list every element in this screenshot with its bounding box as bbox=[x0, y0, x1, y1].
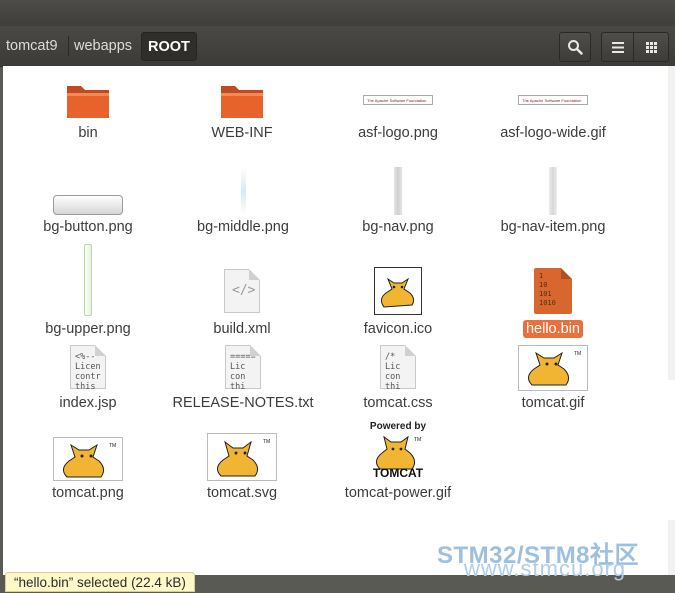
trademark-label: TM bbox=[109, 443, 116, 449]
file-item-web-inf[interactable]: WEB-INF bbox=[192, 78, 292, 142]
xml-file-icon: </> bbox=[224, 264, 260, 318]
file-label: tomcat.css bbox=[363, 395, 433, 411]
text-file-icon: /* Lic con thi bbox=[380, 342, 416, 392]
tomcat-thumbnail-icon: TM bbox=[53, 436, 123, 482]
file-item-tomcat-svg[interactable]: TM tomcat.svg bbox=[192, 432, 292, 502]
file-item-index-jsp[interactable]: <%-- Licen contr this index.jsp bbox=[38, 342, 138, 412]
file-grid[interactable]: bin WEB-INF The Apache Software Foundati… bbox=[3, 66, 668, 575]
search-icon bbox=[567, 39, 583, 55]
breadcrumb-tomcat9[interactable]: tomcat9 bbox=[0, 32, 64, 61]
binary-file-icon: 1 10 101 1010 bbox=[534, 264, 572, 318]
file-label: bin bbox=[78, 125, 98, 141]
breadcrumb-root[interactable]: ROOT bbox=[141, 32, 197, 61]
file-label: tomcat-power.gif bbox=[344, 485, 452, 501]
tomcat-thumbnail-icon bbox=[374, 264, 422, 318]
header-bar: tomcat9 webapps ROOT bbox=[0, 26, 675, 67]
breadcrumb-webapps[interactable]: webapps bbox=[68, 32, 138, 61]
file-item-tomcat-css[interactable]: /* Lic con thi tomcat.css bbox=[348, 342, 448, 412]
grid-view-button[interactable] bbox=[633, 32, 669, 62]
file-item-release-notes[interactable]: ===== Lic con thi RELEASE-NOTES.txt bbox=[172, 342, 314, 412]
trademark-label: TM bbox=[574, 351, 581, 357]
grid-view-icon bbox=[645, 41, 657, 53]
tomcat-wordmark: TOMCAT bbox=[372, 466, 424, 480]
file-item-bg-nav[interactable]: bg-nav.png bbox=[348, 156, 448, 236]
status-bar: “hello.bin” selected (22.4 kB) bbox=[5, 572, 195, 592]
file-label: bg-button.png bbox=[43, 219, 133, 235]
background-window-edge bbox=[668, 380, 675, 520]
image-thumbnail-icon bbox=[394, 156, 402, 216]
search-button[interactable] bbox=[559, 32, 591, 62]
file-label: tomcat.gif bbox=[521, 395, 585, 411]
file-label: tomcat.png bbox=[52, 485, 124, 501]
file-item-build-xml[interactable]: </> build.xml bbox=[192, 264, 292, 338]
image-thumbnail-icon bbox=[240, 156, 246, 216]
file-label: build.xml bbox=[213, 321, 271, 337]
file-label: asf-logo-wide.gif bbox=[500, 125, 606, 141]
text-preview: <%-- Licen contr this bbox=[75, 352, 101, 392]
image-thumbnail-icon: The Apache Software Foundation bbox=[363, 78, 433, 122]
file-label-selected: hello.bin bbox=[522, 320, 583, 338]
file-item-asf-logo-wide[interactable]: The Apache Software Foundation asf-logo-… bbox=[488, 78, 618, 142]
text-preview: ===== Lic con thi bbox=[230, 352, 256, 392]
file-item-bg-middle[interactable]: bg-middle.png bbox=[183, 156, 303, 236]
folder-icon bbox=[65, 78, 111, 122]
file-item-asf-logo[interactable]: The Apache Software Foundation asf-logo.… bbox=[338, 78, 458, 142]
file-item-tomcat-power[interactable]: Powered by TM TOMCAT tomcat-power.gif bbox=[333, 418, 463, 502]
folder-icon bbox=[219, 78, 265, 122]
file-item-bin[interactable]: bin bbox=[38, 78, 138, 142]
list-view-button[interactable] bbox=[601, 32, 634, 62]
file-label: bg-nav-item.png bbox=[500, 219, 606, 235]
file-item-tomcat-png[interactable]: TM tomcat.png bbox=[38, 436, 138, 502]
image-thumbnail-icon: The Apache Software Foundation bbox=[518, 78, 588, 122]
watermark-url: www.stmcu.org bbox=[464, 556, 627, 581]
list-view-icon bbox=[611, 41, 624, 53]
tomcat-thumbnail-icon: TM bbox=[207, 432, 277, 482]
trademark-label: TM bbox=[414, 437, 421, 443]
file-item-favicon[interactable]: favicon.ico bbox=[348, 264, 448, 338]
file-label: asf-logo.png bbox=[358, 125, 438, 141]
file-label: WEB-INF bbox=[211, 125, 273, 141]
image-thumbnail-icon bbox=[549, 156, 557, 216]
file-label: bg-upper.png bbox=[45, 321, 131, 337]
asf-logo-thumbnail: The Apache Software Foundation bbox=[363, 95, 433, 105]
powered-by-text: Powered by bbox=[369, 421, 427, 432]
text-preview: /* Lic con thi bbox=[385, 352, 401, 392]
asf-logo-wide-thumbnail: The Apache Software Foundation bbox=[518, 95, 588, 105]
trademark-label: TM bbox=[263, 439, 270, 445]
file-item-hello-bin[interactable]: 1 10 101 1010 hello.bin bbox=[508, 264, 598, 338]
file-item-bg-upper[interactable]: bg-upper.png bbox=[38, 242, 138, 338]
text-file-icon: ===== Lic con thi bbox=[225, 342, 261, 392]
file-item-bg-button[interactable]: bg-button.png bbox=[33, 156, 143, 236]
binary-preview-text: 1 10 101 1010 bbox=[539, 272, 556, 307]
file-label: tomcat.svg bbox=[206, 485, 278, 501]
tomcat-power-thumbnail-icon: Powered by TM TOMCAT bbox=[370, 418, 426, 482]
file-label: bg-nav.png bbox=[362, 219, 434, 235]
window-top-bar bbox=[0, 0, 675, 26]
file-label: bg-middle.png bbox=[197, 219, 289, 235]
image-thumbnail-icon bbox=[53, 156, 123, 216]
text-file-icon: <%-- Licen contr this bbox=[70, 342, 106, 392]
file-label: index.jsp bbox=[59, 395, 117, 411]
file-label: RELEASE-NOTES.txt bbox=[172, 395, 314, 411]
tomcat-thumbnail-icon: TM bbox=[518, 344, 588, 392]
file-label: favicon.ico bbox=[363, 321, 433, 337]
image-thumbnail-icon bbox=[84, 242, 92, 318]
file-item-tomcat-gif[interactable]: TM tomcat.gif bbox=[503, 344, 603, 412]
file-item-bg-nav-item[interactable]: bg-nav-item.png bbox=[493, 156, 613, 236]
